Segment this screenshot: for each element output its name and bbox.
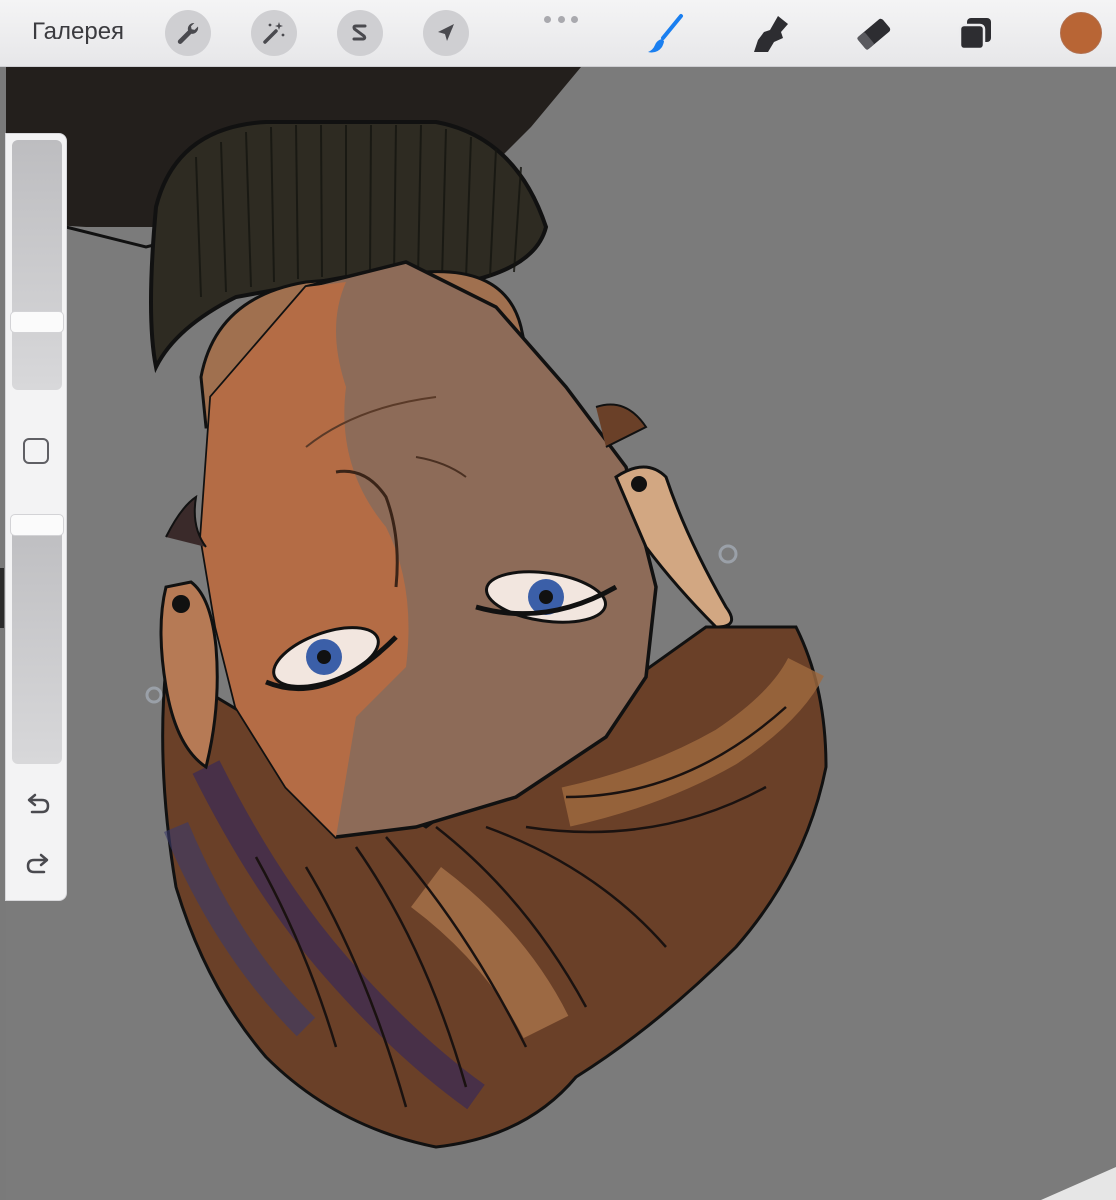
square-icon[interactable] (23, 438, 49, 464)
undo-icon[interactable] (24, 792, 52, 816)
redo-icon[interactable] (24, 852, 52, 876)
brush-size-slider[interactable] (10, 140, 64, 390)
wrench-icon[interactable] (165, 10, 211, 56)
smudge-icon[interactable] (748, 12, 792, 56)
selection-s-icon[interactable] (337, 10, 383, 56)
opacity-thumb[interactable] (10, 514, 64, 536)
arrow-cursor-icon[interactable] (423, 10, 469, 56)
brush-icon[interactable] (643, 12, 687, 56)
magic-wand-icon[interactable] (251, 10, 297, 56)
layers-icon[interactable] (954, 12, 998, 56)
eraser-icon[interactable] (852, 12, 896, 56)
opacity-slider[interactable] (10, 514, 64, 764)
more-dots-icon[interactable] (544, 16, 578, 24)
upside-down-portrait-icon (6, 67, 1116, 1200)
color-swatch[interactable] (1060, 12, 1102, 54)
brush-size-thumb[interactable] (10, 310, 64, 333)
edge-handle (0, 568, 4, 628)
drawing-canvas[interactable] (6, 67, 1116, 1200)
gallery-button[interactable]: Галерея (32, 18, 124, 46)
top-toolbar: Галерея (0, 0, 1116, 67)
left-sidebar (5, 133, 67, 901)
